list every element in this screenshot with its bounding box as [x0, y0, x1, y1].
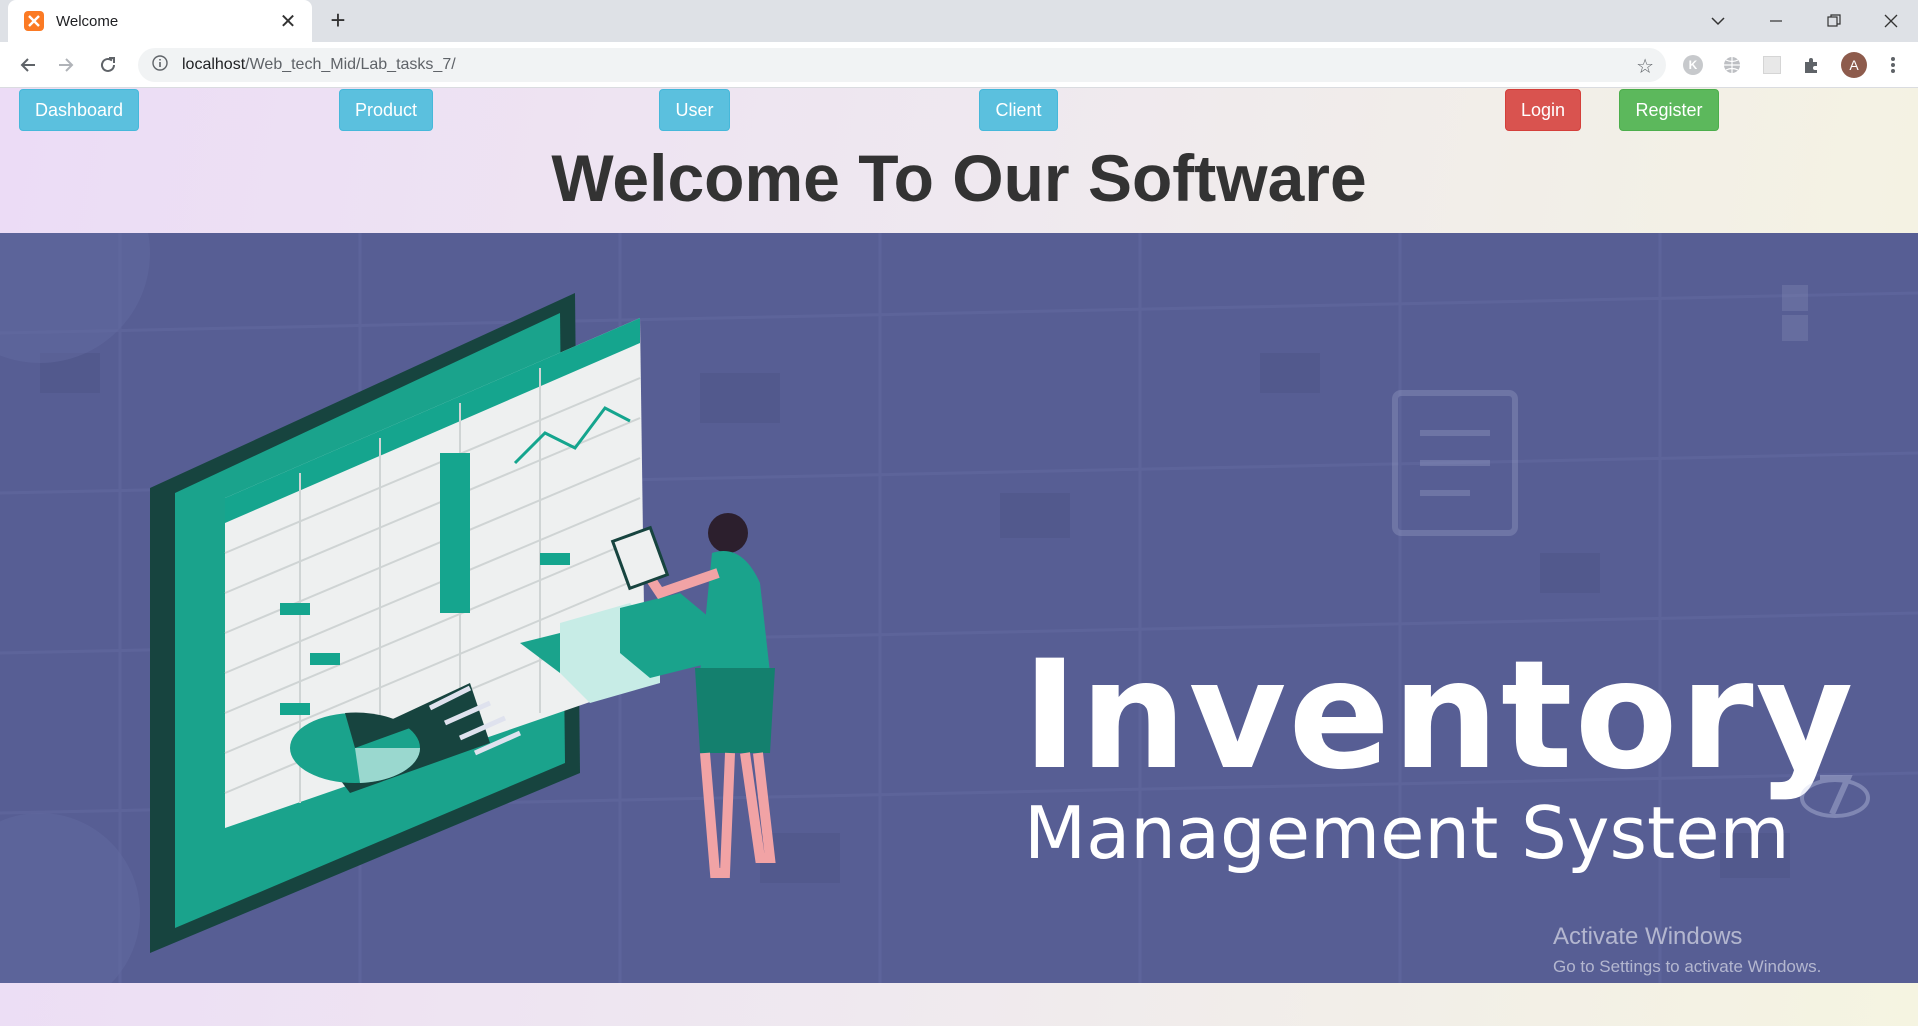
user-button[interactable]: User	[659, 89, 730, 131]
url-text: localhost/Web_tech_Mid/Lab_tasks_7/	[182, 56, 456, 74]
bookmark-star-icon[interactable]: ☆	[1636, 54, 1654, 79]
extension-k-icon[interactable]: K	[1682, 54, 1704, 76]
hero-title-inventory: Inventory	[1022, 629, 1856, 803]
tab-search-chevron-icon[interactable]	[1695, 6, 1741, 36]
restore-icon[interactable]	[1811, 6, 1857, 36]
browser-toolbar: localhost/Web_tech_Mid/Lab_tasks_7/ ☆ K …	[0, 42, 1918, 88]
site-info-icon[interactable]	[152, 54, 168, 76]
browser-tab-strip: Welcome ✕ +	[0, 0, 1918, 42]
windows-activation-watermark: Activate Windows Go to Settings to activ…	[1553, 923, 1821, 977]
page-viewport: Dashboard Product User Client Login Regi…	[0, 88, 1918, 1026]
url-host: localhost	[182, 56, 246, 73]
close-window-icon[interactable]	[1868, 6, 1914, 36]
client-button[interactable]: Client	[979, 89, 1058, 131]
tab-close-icon[interactable]: ✕	[278, 9, 298, 34]
minimize-icon[interactable]	[1753, 6, 1799, 36]
globe-extension-icon[interactable]	[1721, 54, 1743, 76]
hero-banner: Inventory Management System	[0, 233, 1918, 983]
register-button[interactable]: Register	[1619, 89, 1719, 131]
dashboard-button[interactable]: Dashboard	[19, 89, 139, 131]
tab-title: Welcome	[56, 12, 119, 30]
product-button[interactable]: Product	[339, 89, 433, 131]
url-path: /Web_tech_Mid/Lab_tasks_7/	[245, 56, 456, 73]
top-nav: Dashboard Product User Client Login Regi…	[0, 88, 1918, 134]
profile-initial: A	[1841, 52, 1867, 78]
new-tab-button[interactable]: +	[324, 7, 352, 35]
blank-extension-icon[interactable]	[1761, 54, 1783, 76]
extensions-puzzle-icon[interactable]	[1801, 54, 1823, 76]
extension-k-label: K	[1683, 55, 1703, 75]
browser-tab-welcome[interactable]: Welcome ✕	[8, 0, 312, 42]
profile-avatar[interactable]: A	[1841, 52, 1867, 78]
login-button[interactable]: Login	[1505, 89, 1581, 131]
hero-title-subtitle: Management System	[1024, 791, 1790, 875]
activate-windows-hint: Go to Settings to activate Windows.	[1553, 957, 1822, 976]
activate-windows-title: Activate Windows	[1553, 923, 1743, 950]
page-title: Welcome To Our Software	[551, 141, 1367, 215]
xampp-favicon-icon	[24, 11, 44, 31]
forward-arrow-icon[interactable]	[52, 51, 80, 79]
watermark-logo-icon	[1800, 775, 1870, 818]
back-arrow-icon[interactable]	[14, 51, 42, 79]
address-bar[interactable]: localhost/Web_tech_Mid/Lab_tasks_7/ ☆	[138, 48, 1666, 82]
chrome-menu-kebab-icon[interactable]	[1882, 54, 1904, 76]
reload-icon[interactable]	[94, 51, 122, 79]
